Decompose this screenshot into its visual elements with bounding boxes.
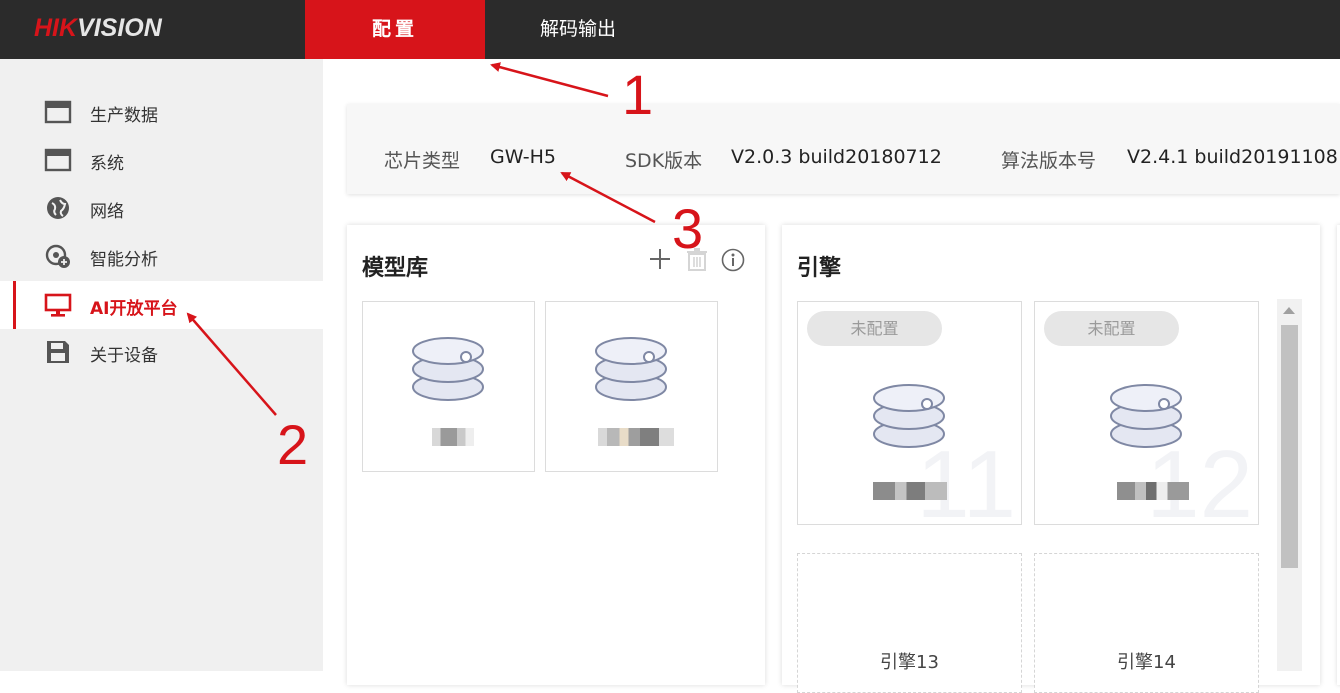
annotation-arrows — [186, 62, 656, 416]
arrow-2 — [186, 312, 277, 416]
arrow-1 — [490, 62, 609, 98]
annotation-number-3: 3 — [672, 197, 704, 260]
annotation-number-2: 2 — [277, 413, 309, 476]
arrow-3 — [560, 171, 656, 224]
annotation-number-1: 1 — [622, 63, 654, 126]
